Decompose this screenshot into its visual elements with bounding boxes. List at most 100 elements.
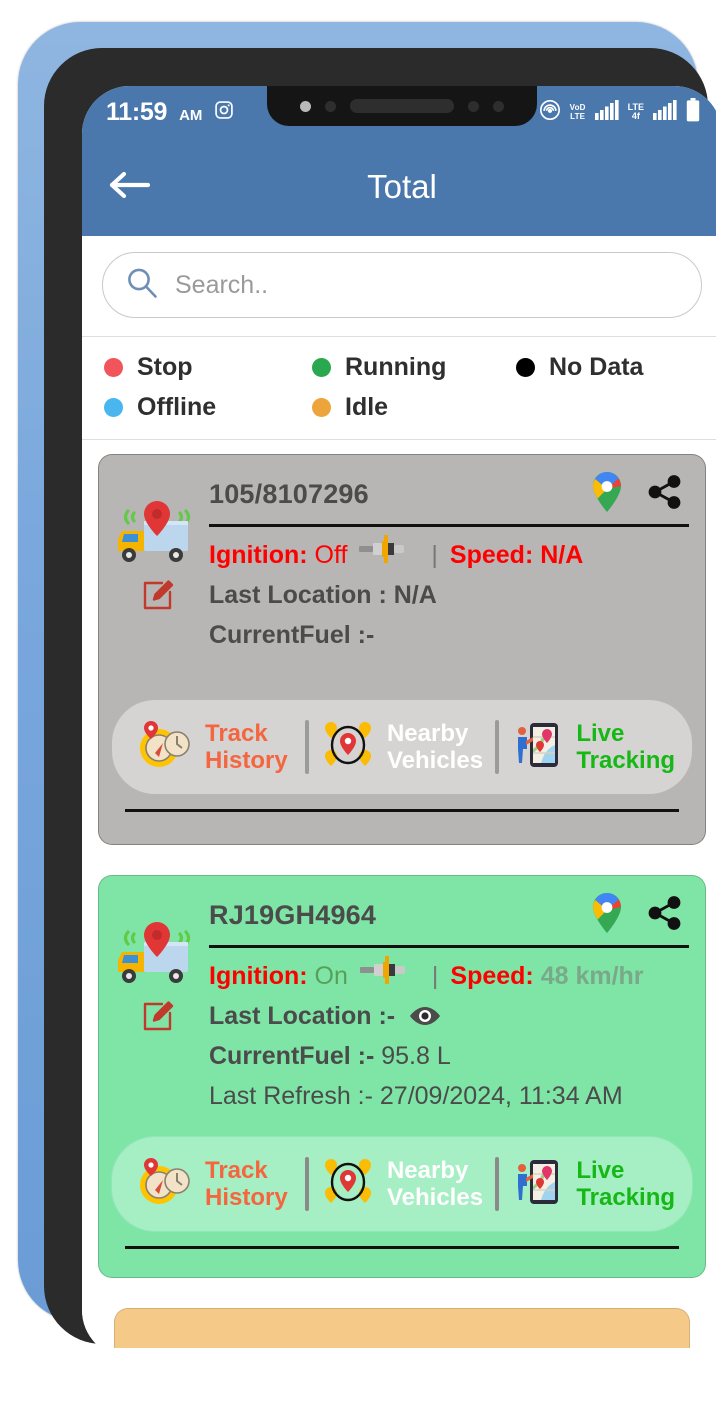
share-icon[interactable]	[647, 474, 683, 515]
search-box[interactable]	[102, 252, 702, 318]
legend-label-no-data: No Data	[549, 352, 644, 381]
vehicle-action-pill: Track History Nearby Vehicles Live Track…	[111, 1136, 693, 1232]
compass-clock-icon	[135, 719, 193, 776]
back-button[interactable]	[106, 165, 158, 209]
track-history-button[interactable]: Track History	[118, 700, 305, 794]
edit-pencil-icon[interactable]	[140, 1000, 174, 1039]
search-icon	[125, 266, 159, 305]
legend-item-stop: Stop	[104, 353, 312, 382]
compass-clock-icon	[135, 1156, 193, 1213]
last-refresh-row: Last Refresh :- 27/09/2024, 11:34 AM	[209, 1076, 689, 1116]
instagram-icon	[214, 100, 234, 125]
vehicle-card-header-icons	[591, 892, 683, 939]
battery-icon	[686, 97, 700, 127]
vehicle-card-right: RJ19GH4964 Ignition: On | Speed: 48 km/h…	[209, 890, 689, 1126]
legend-item-offline: Offline	[104, 393, 312, 422]
google-maps-pin-icon[interactable]	[591, 471, 623, 518]
info-separator: |	[431, 962, 439, 990]
nearby-vehicles-button[interactable]: Nearby Vehicles	[309, 1137, 496, 1231]
current-fuel-row: CurrentFuel :- 95.8 L	[209, 1036, 689, 1076]
live-tracking-button[interactable]: Live Tracking	[499, 1137, 686, 1231]
ignition-label: Ignition:	[209, 541, 308, 569]
back-arrow-icon	[106, 169, 152, 206]
notch-sensor-dot	[325, 100, 336, 112]
nearby-vehicles-label: Nearby Vehicles	[386, 720, 484, 774]
vehicle-card-header: RJ19GH4964	[209, 892, 689, 939]
vehicle-card[interactable]: RJ19GH4964 Ignition: On | Speed: 48 km/h…	[98, 875, 706, 1278]
signal-bars-icon-1	[594, 99, 619, 125]
legend-row-1: Stop Running No Data	[104, 347, 700, 387]
vehicle-plate: 105/8107296	[209, 479, 369, 509]
legend-item-no-data: No Data	[516, 353, 643, 382]
speed-value: 48 km/hr	[540, 962, 644, 990]
app-bar: Total	[82, 138, 716, 236]
vehicle-card-left	[109, 890, 205, 1126]
phone-bezel: 11:59 AM VoD LTE LTE 4f Total Search.. S…	[44, 48, 716, 1358]
vehicle-action-pill: Track History Nearby Vehicles Live Track…	[111, 699, 693, 795]
legend-item-running: Running	[312, 353, 516, 382]
vehicle-card[interactable]: 105/8107296 Ignition: Off | Speed: N/A L…	[98, 454, 706, 845]
status-legend: Stop Running No Data Offline Idle	[82, 336, 716, 440]
phone-outer-frame: 11:59 AM VoD LTE LTE 4f Total Search.. S…	[18, 22, 716, 1358]
legend-item-idle: Idle	[312, 393, 516, 422]
vehicle-list[interactable]: 105/8107296 Ignition: Off | Speed: N/A L…	[82, 440, 716, 1358]
track-history-button[interactable]: Track History	[118, 1137, 305, 1231]
speed-value: N/A	[540, 541, 584, 569]
nearby-vehicles-button[interactable]: Nearby Vehicles	[309, 700, 496, 794]
legend-dot-offline	[104, 397, 123, 417]
legend-row-2: Offline Idle	[104, 387, 700, 427]
current-fuel-label: CurrentFuel :-	[209, 621, 375, 649]
spark-plug-icon	[358, 956, 410, 996]
legend-label-offline: Offline	[137, 392, 217, 421]
last-location-row: Last Location :-	[209, 996, 689, 1036]
vehicle-card-divider	[209, 524, 689, 527]
delivery-truck-tracker-icon	[114, 495, 200, 571]
share-icon[interactable]	[647, 895, 683, 936]
volte-indicator: VoD LTE	[569, 103, 586, 121]
ignition-speed-row: Ignition: Off | Speed: N/A	[209, 535, 689, 575]
edit-pencil-icon[interactable]	[140, 579, 174, 618]
notch-sensor-dot	[300, 100, 311, 112]
notch-camera-dot	[493, 100, 504, 112]
current-fuel-row: CurrentFuel :-	[209, 615, 689, 655]
card-spacer	[209, 655, 689, 689]
last-location-label: Last Location : N/A	[209, 581, 437, 609]
eye-icon[interactable]	[409, 1005, 441, 1027]
vehicle-card-left	[109, 469, 205, 689]
live-tracking-label: Live Tracking	[576, 1157, 676, 1211]
signal-bars-icon-2	[653, 99, 677, 125]
speed-label: Speed:	[449, 541, 534, 569]
legend-label-running: Running	[345, 352, 447, 381]
search-input[interactable]	[175, 270, 679, 300]
speed-label: Speed:	[450, 962, 534, 990]
google-maps-pin-icon[interactable]	[591, 892, 623, 939]
page-title: Total	[367, 168, 437, 205]
ignition-value: Off	[314, 541, 348, 569]
phone-notch	[267, 86, 537, 126]
vehicle-card-header-icons	[591, 471, 683, 518]
vehicle-card-body: RJ19GH4964 Ignition: On | Speed: 48 km/h…	[99, 876, 705, 1126]
track-history-label: Track History	[204, 720, 288, 774]
vehicle-card-divider	[209, 945, 689, 948]
current-fuel-label: CurrentFuel :-	[209, 1042, 375, 1070]
spark-plug-icon	[357, 535, 409, 575]
status-bar-left: 11:59 AM	[106, 98, 234, 127]
status-time: 11:59	[106, 97, 168, 126]
delivery-truck-tracker-icon	[114, 916, 200, 992]
last-location-label: Last Location :-	[209, 1002, 396, 1030]
vehicle-card-partial[interactable]	[114, 1308, 690, 1348]
notch-sensor-dot	[468, 100, 479, 112]
legend-dot-no-data	[516, 357, 535, 377]
ignition-label: Ignition:	[209, 962, 308, 990]
info-separator: |	[431, 541, 438, 569]
ignition-value: On	[314, 962, 348, 990]
vehicle-card-body: 105/8107296 Ignition: Off | Speed: N/A L…	[99, 455, 705, 689]
legend-dot-idle	[312, 397, 331, 417]
live-tracking-button[interactable]: Live Tracking	[499, 700, 686, 794]
vehicle-actions: Track History Nearby Vehicles Live Track…	[99, 1126, 705, 1277]
vehicle-actions: Track History Nearby Vehicles Live Track…	[99, 689, 705, 844]
card-bottom-spacer	[111, 812, 693, 838]
live-tracking-label: Live Tracking	[576, 720, 676, 774]
legend-label-stop: Stop	[137, 352, 193, 381]
nearby-vehicles-label: Nearby Vehicles	[386, 1157, 484, 1211]
